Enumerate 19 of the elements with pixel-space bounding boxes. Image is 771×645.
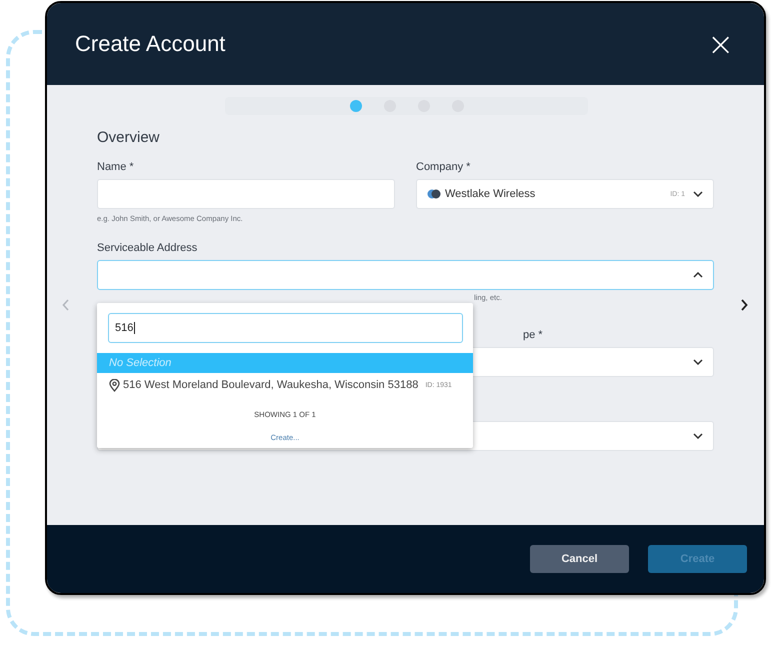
field-label: pe * [523,329,543,341]
address-select[interactable] [97,260,714,290]
field-label: Name * [97,161,135,173]
close-button[interactable]: × [707,28,734,60]
field-label: Serviceable Address [97,242,198,254]
dialog-title: Create Account [75,31,226,57]
company-logo-icon [427,189,441,199]
field-label: Company * [416,161,472,173]
section-title: Overview [97,129,161,146]
location-pin-icon [109,378,120,392]
chevron-down-icon [693,359,703,365]
name-field[interactable] [97,179,395,209]
search-field[interactable]: 516 [108,313,463,343]
chevron-down-icon [693,433,703,439]
next-button[interactable] [740,299,748,311]
step-dot[interactable] [350,100,362,112]
chevron-down-icon [693,191,703,197]
cancel-button[interactable]: Cancel [530,545,629,573]
chevron-up-icon [693,272,703,278]
